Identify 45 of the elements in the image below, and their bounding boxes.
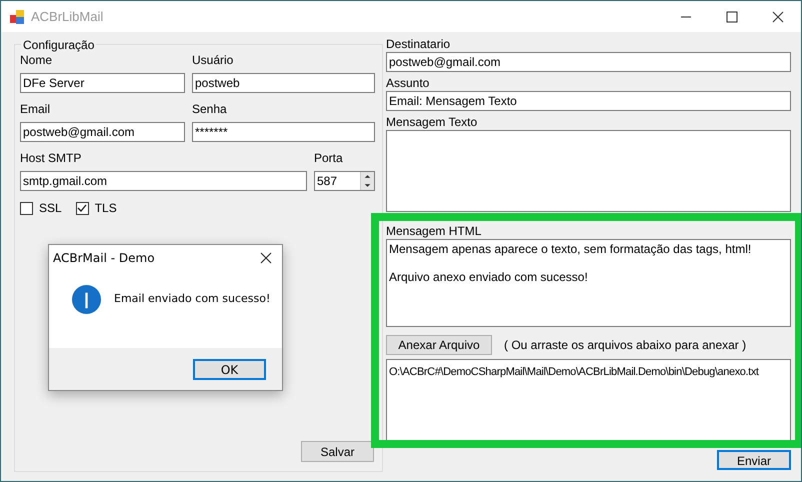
field-label: Senha bbox=[192, 102, 228, 116]
number-spinner[interactable]: 587 bbox=[314, 171, 375, 191]
text-area[interactable]: Mensagem apenas aparece o texto, sem formatação das tags, html! Arquivo anexo enviado com sucesso! bbox=[386, 239, 791, 327]
input-field[interactable]: Email: Mensagem Texto bbox=[386, 91, 791, 111]
arrow-up-icon[interactable] bbox=[361, 172, 374, 181]
field-label: Assunto bbox=[386, 76, 430, 90]
group-title: Configuração bbox=[21, 38, 96, 52]
attach-button[interactable]: Anexar Arquivo bbox=[386, 335, 492, 355]
field-label: Host SMTP bbox=[20, 151, 82, 165]
input-field[interactable]: DFe Server bbox=[20, 73, 185, 93]
field-label: Porta bbox=[314, 151, 344, 165]
checkbox-label: SSL bbox=[39, 200, 62, 217]
list-item[interactable]: O:\ACBrC#\DemoCSharpMail\Mail\Demo\ACBrLibMail.Demo\bin\Debug\anexo.txt bbox=[389, 365, 759, 380]
input-field[interactable]: postweb@gmail.com bbox=[386, 52, 791, 72]
window-title: ACBrLibMail bbox=[31, 8, 104, 26]
field-label: Mensagem HTML bbox=[386, 224, 482, 238]
field-label: Usuário bbox=[192, 53, 234, 67]
info-icon bbox=[71, 284, 102, 314]
dialog-title: ACBrMail - Demo bbox=[53, 250, 155, 267]
maximize-icon[interactable] bbox=[726, 10, 738, 22]
send-button[interactable]: Enviar bbox=[717, 450, 791, 470]
dialog-message: Email enviado com sucesso! bbox=[114, 290, 270, 307]
checkbox-label: TLS bbox=[94, 200, 117, 217]
field-label: Email bbox=[20, 102, 52, 116]
checkbox[interactable] bbox=[20, 202, 33, 214]
text-line: Mensagem apenas aparece o texto, sem formatação das tags, html! bbox=[389, 242, 752, 256]
app-icon bbox=[10, 10, 24, 24]
field-label: Mensagem Texto bbox=[386, 115, 478, 129]
check-icon bbox=[77, 203, 88, 213]
close-icon[interactable] bbox=[772, 10, 784, 22]
arrow-down-icon[interactable] bbox=[361, 181, 374, 190]
field-label: Destinatario bbox=[386, 37, 452, 51]
input-field[interactable]: postweb bbox=[192, 73, 375, 93]
attachment-list[interactable]: O:\ACBrC#\DemoCSharpMail\Mail\Demo\ACBrLibMail.Demo\bin\Debug\anexo.txt bbox=[386, 359, 791, 443]
save-button[interactable]: Salvar bbox=[301, 441, 374, 462]
ok-button[interactable]: OK bbox=[193, 358, 266, 380]
text-area[interactable] bbox=[386, 130, 791, 212]
hint-text: ( Ou arraste os arquivos abaixo para anexar ) bbox=[504, 337, 746, 354]
text-line: Arquivo anexo enviado com sucesso! bbox=[389, 270, 589, 284]
checkbox[interactable] bbox=[76, 202, 89, 214]
password-field[interactable]: ******* bbox=[192, 122, 375, 142]
close-icon[interactable] bbox=[260, 252, 272, 264]
field-label: Nome bbox=[20, 53, 54, 67]
input-field[interactable]: postweb@gmail.com bbox=[20, 122, 185, 142]
input-field[interactable]: smtp.gmail.com bbox=[20, 171, 307, 191]
